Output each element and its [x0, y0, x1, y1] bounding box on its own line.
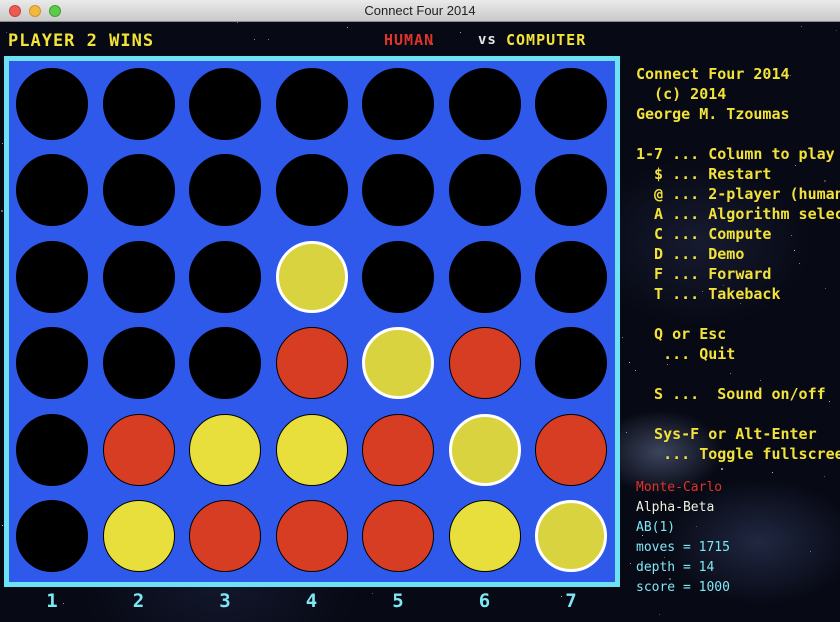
board-cell-r3-c7[interactable]	[535, 240, 607, 313]
game-board[interactable]	[9, 61, 615, 582]
board-cell-r4-c3[interactable]	[189, 327, 261, 399]
board-cell-r4-c2[interactable]	[102, 327, 175, 399]
column-label-4: 4	[305, 590, 318, 612]
board-cell-r4-c1[interactable]	[16, 327, 88, 399]
board-cell-r6-c2[interactable]	[102, 500, 175, 572]
board-cell-r1-c7[interactable]	[535, 67, 607, 140]
board-cell-r3-c3[interactable]	[189, 240, 261, 313]
board-cell-r6-c3[interactable]	[189, 500, 261, 572]
versus-label: vs	[478, 32, 497, 48]
board-cell-r5-c6[interactable]	[448, 413, 521, 486]
column-label-1: 1	[46, 590, 58, 612]
board-cell-r2-c2[interactable]	[102, 154, 175, 226]
board-cell-r5-c2[interactable]	[102, 413, 175, 486]
board-cell-r3-c1[interactable]	[16, 240, 88, 313]
board-cell-r5-c1[interactable]	[16, 413, 88, 486]
board-cell-r6-c5[interactable]	[362, 500, 434, 572]
ab-level: AB(1)	[636, 520, 676, 535]
board-cell-r3-c4[interactable]	[275, 240, 348, 313]
board-cell-r6-c6[interactable]	[448, 500, 521, 572]
column-label-3: 3	[219, 590, 231, 612]
column-label-2: 2	[132, 590, 145, 612]
board-cell-r2-c6[interactable]	[448, 154, 521, 226]
board-cell-r3-c5[interactable]	[362, 240, 434, 313]
algorithm-alpha-beta: Alpha-Beta	[636, 500, 715, 515]
board-cell-r6-c4[interactable]	[275, 500, 348, 572]
board-cell-r6-c7[interactable]	[535, 500, 607, 572]
window-title: Connect Four 2014	[364, 3, 476, 18]
board-cell-r5-c7[interactable]	[535, 413, 607, 486]
board-cell-r5-c4[interactable]	[275, 413, 348, 486]
board-cell-r1-c3[interactable]	[189, 67, 261, 140]
board-cell-r3-c2[interactable]	[102, 240, 175, 313]
board-cell-r5-c3[interactable]	[189, 413, 261, 486]
board-cell-r1-c4[interactable]	[275, 67, 348, 140]
board-cell-r4-c5[interactable]	[362, 327, 434, 399]
player-2-label: COMPUTER	[506, 31, 587, 49]
column-label-7: 7	[565, 590, 577, 612]
board-cell-r3-c6[interactable]	[448, 240, 521, 313]
board-cell-r4-c7[interactable]	[535, 327, 607, 399]
title-bar: Connect Four 2014	[0, 0, 840, 22]
column-label-5: 5	[392, 590, 404, 612]
board-cell-r2-c5[interactable]	[362, 154, 434, 226]
score-value: score = 1000	[636, 580, 730, 595]
algorithm-monte-carlo: Monte-Carlo	[636, 480, 723, 495]
board-frame	[4, 56, 620, 587]
board-cell-r2-c7[interactable]	[535, 154, 607, 226]
board-cell-r4-c4[interactable]	[275, 327, 348, 399]
board-cell-r1-c6[interactable]	[448, 67, 521, 140]
search-depth: depth = 14	[636, 560, 715, 575]
board-cell-r1-c5[interactable]	[362, 67, 434, 140]
game-status: PLAYER 2 WINS	[8, 31, 155, 51]
app-info: Connect Four 2014 (c) 2014 George M. Tzo…	[636, 65, 790, 123]
keyboard-help: 1-7 ... Column to play $ ... Restart @ .…	[636, 145, 840, 463]
moves-count: moves = 1715	[636, 540, 730, 555]
board-cell-r1-c2[interactable]	[102, 67, 175, 140]
player-1-label: HUMAN	[384, 31, 435, 49]
board-cell-r2-c3[interactable]	[189, 154, 261, 226]
board-cell-r4-c6[interactable]	[448, 327, 521, 399]
board-cell-r2-c1[interactable]	[16, 154, 88, 226]
board-cell-r5-c5[interactable]	[362, 413, 434, 486]
board-cell-r2-c4[interactable]	[275, 154, 348, 226]
column-label-6: 6	[478, 590, 491, 612]
board-cell-r6-c1[interactable]	[16, 500, 88, 572]
board-cell-r1-c1[interactable]	[16, 67, 88, 140]
